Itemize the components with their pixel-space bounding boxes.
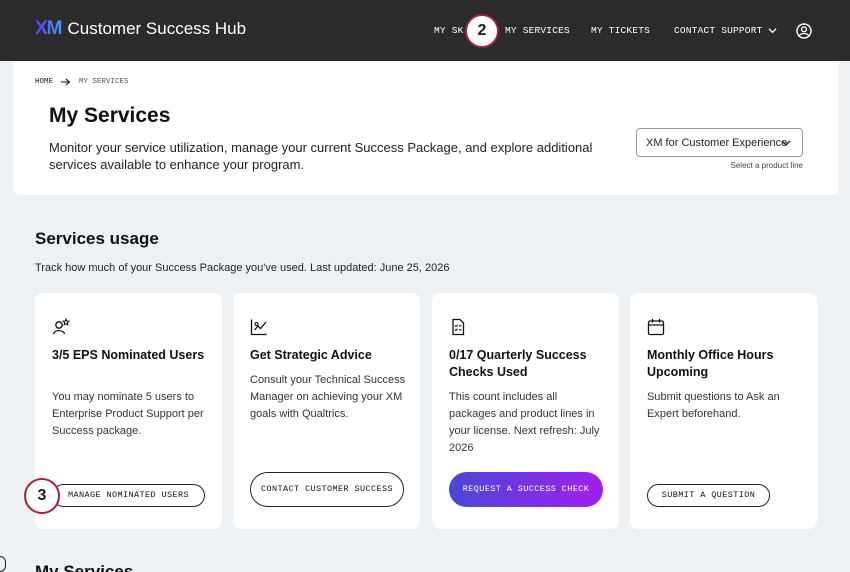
card-title: Get Strategic Advice [250,348,372,362]
xm-logo-mark: XM [35,18,62,39]
request-success-check-button[interactable]: REQUEST A SUCCESS CHECK [449,472,603,507]
arrow-right-icon [61,78,71,86]
breadcrumb: HOME MY SERVICES [35,78,129,86]
product-line-select-value: XM for Customer Experience [646,136,788,149]
nav-contact-support[interactable]: CONTACT SUPPORT [674,25,777,36]
page-title: My Services [49,104,171,127]
nav-contact-support-label: CONTACT SUPPORT [674,25,763,36]
my-services-section-title: My Services [35,562,134,572]
page-description: Monitor your service utilization, manage… [49,140,593,172]
checklist-icon [452,318,465,336]
manage-nominated-users-button[interactable]: MANAGE NOMINATED USERS [52,484,205,507]
page-header-card: HOME MY SERVICES My Services Monitor you… [13,62,839,195]
nav-my-skills[interactable]: MY SK [434,25,464,36]
card-body: You may nominate 5 users to Enterprise P… [52,391,204,437]
app-title: Customer Success Hub [67,19,247,38]
card-title: Monthly Office Hours Upcoming [647,348,774,379]
feedback-tab[interactable] [0,556,6,572]
breadcrumb-home[interactable]: HOME [35,78,53,86]
service-card-success-checks: 0/17 Quarterly Success Checks Used This … [432,293,619,529]
chevron-down-icon [781,140,791,146]
user-circle-icon[interactable] [796,23,812,39]
services-usage-title: Services usage [35,229,159,248]
chevron-down-icon [767,28,777,34]
user-star-icon [52,318,70,335]
contact-customer-success-button[interactable]: CONTACT CUSTOMER SUCCESS [250,472,404,507]
product-line-hint: Select a product line [730,161,804,170]
product-line-select[interactable]: XM for Customer Experience [636,128,803,157]
step-badge: 3 [24,478,60,514]
nav-my-tickets[interactable]: MY TICKETS [591,25,650,36]
card-body: This count includes all packages and pro… [449,391,600,454]
service-card-office-hours: Monthly Office Hours Upcoming Submit que… [630,293,817,529]
chart-trend-icon [250,319,267,336]
card-title: 3/5 EPS Nominated Users [52,348,205,362]
calendar-icon [647,319,665,336]
service-card-eps-users: 3/5 EPS Nominated Users You may nominate… [35,293,222,529]
service-card-strategic-advice: Get Strategic Advice Consult your Techni… [233,293,420,529]
nav-my-services[interactable]: MY SERVICES [505,25,570,36]
app-logo[interactable]: XM Customer Success Hub [35,18,246,40]
step-badge: 2 [465,14,499,48]
submit-question-button[interactable]: SUBMIT A QUESTION [647,484,770,507]
card-body: Consult your Technical Success Manager o… [250,374,406,420]
breadcrumb-current: MY SERVICES [79,78,129,86]
card-title: 0/17 Quarterly Success Checks Used [449,348,587,379]
card-body: Submit questions to Ask an Expert before… [647,391,780,420]
services-usage-description: Track how much of your Success Package y… [35,262,450,274]
top-navigation-bar: XM Customer Success Hub MY SK MY SERVICE… [0,0,850,61]
